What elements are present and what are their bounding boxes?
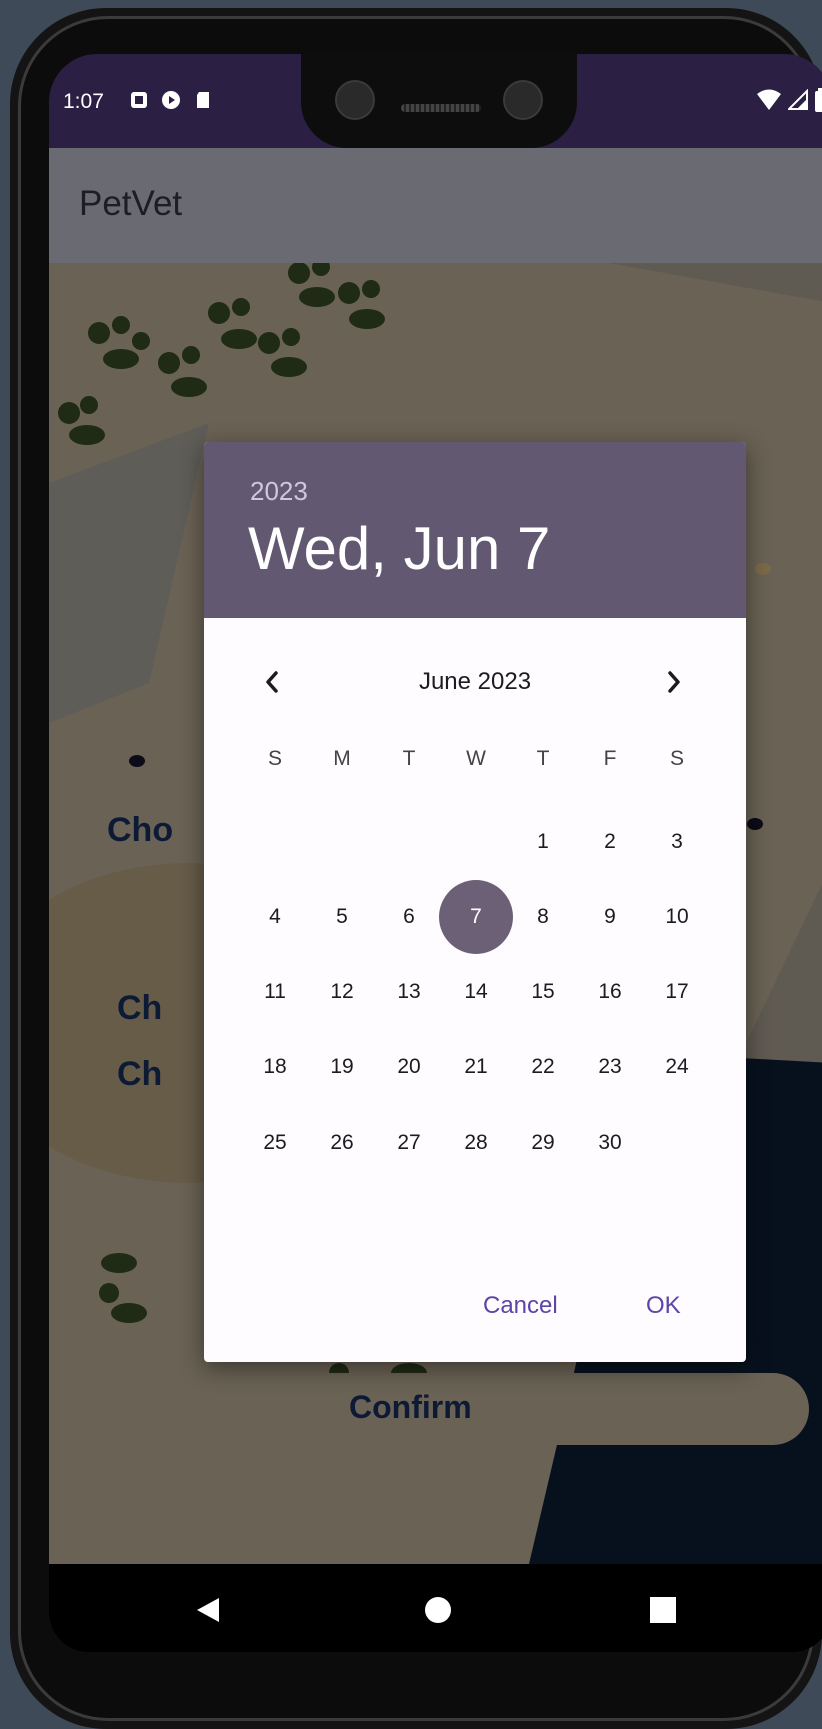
navigation-bar [49, 1564, 822, 1652]
notification-icon [131, 92, 147, 108]
bg-label-choose-3: Ch [117, 1055, 163, 1093]
sd-card-icon [197, 92, 209, 108]
battery-icon [815, 88, 822, 112]
calendar-day[interactable]: 1 [506, 805, 580, 879]
calendar-day[interactable]: 29 [506, 1106, 580, 1180]
play-protect-icon [162, 91, 180, 109]
selected-date-label: Wed, Jun 7 [248, 515, 551, 582]
calendar-day[interactable]: 10 [640, 880, 714, 954]
confirm-button-label: Confirm [349, 1389, 472, 1425]
back-icon[interactable] [195, 1596, 221, 1624]
calendar-day[interactable]: 2 [573, 805, 647, 879]
weekday-header: W [466, 747, 486, 770]
decor-dot [129, 755, 145, 767]
app-bar: PetVet [49, 148, 822, 263]
bg-label-choose-1: Cho [107, 811, 174, 849]
calendar-day[interactable]: 28 [439, 1106, 513, 1180]
weekday-header: S [669, 747, 684, 770]
calendar-day[interactable]: 3 [640, 805, 714, 879]
phone-frame: 1:07 PetVet Cho Ch Ch Confirm 2023 Wed, … [10, 8, 822, 1729]
weekday-header: T [536, 747, 550, 770]
calendar-day[interactable]: 20 [372, 1030, 446, 1104]
calendar-day[interactable]: 8 [506, 880, 580, 954]
home-icon[interactable] [424, 1596, 452, 1624]
earpiece-speaker [401, 104, 481, 112]
calendar-day[interactable]: 13 [372, 955, 446, 1029]
calendar-day[interactable]: 19 [305, 1030, 379, 1104]
camera-notch [301, 54, 577, 148]
calendar-day[interactable]: 6 [372, 880, 446, 954]
weekday-header: M [333, 747, 351, 770]
date-picker-header: 2023 Wed, Jun 7 [204, 442, 746, 618]
calendar-day[interactable]: 18 [238, 1030, 312, 1104]
weekday-header: S [267, 747, 282, 770]
calendar-day[interactable]: 11 [238, 955, 312, 1029]
calendar-day[interactable]: 15 [506, 955, 580, 1029]
date-picker-dialog: 2023 Wed, Jun 7 June 2023 SMTWTFS 123456… [204, 442, 746, 1362]
cancel-button[interactable]: Cancel [483, 1292, 558, 1320]
selected-year[interactable]: 2023 [250, 476, 308, 507]
chevron-right-icon [668, 671, 680, 693]
app-title: PetVet [79, 184, 183, 223]
phone-screen: 1:07 PetVet Cho Ch Ch Confirm 2023 Wed, … [49, 54, 822, 1652]
calendar-day[interactable]: 22 [506, 1030, 580, 1104]
calendar-day[interactable]: 21 [439, 1030, 513, 1104]
decor-dot [747, 818, 763, 830]
front-camera-left [335, 80, 375, 120]
calendar-day[interactable]: 25 [238, 1106, 312, 1180]
cell-signal-icon [788, 89, 808, 110]
recents-icon[interactable] [649, 1596, 677, 1624]
calendar-day[interactable]: 16 [573, 955, 647, 1029]
calendar-day[interactable]: 27 [372, 1106, 446, 1180]
calendar-day-selected[interactable]: 7 [439, 880, 513, 954]
status-time: 1:07 [63, 90, 104, 113]
calendar-day[interactable]: 17 [640, 955, 714, 1029]
bg-label-choose-2: Ch [117, 989, 163, 1027]
calendar-day[interactable]: 4 [238, 880, 312, 954]
wifi-icon [757, 89, 781, 110]
next-month-button[interactable] [654, 662, 694, 702]
decor-dot [755, 563, 771, 575]
month-navigation: June 2023 [204, 658, 746, 708]
front-camera-right [503, 80, 543, 120]
calendar-day[interactable]: 30 [573, 1106, 647, 1180]
calendar-day[interactable]: 26 [305, 1106, 379, 1180]
calendar-day[interactable]: 24 [640, 1030, 714, 1104]
weekday-header: T [402, 747, 416, 770]
status-right-icons [756, 88, 822, 112]
calendar-day[interactable]: 12 [305, 955, 379, 1029]
calendar-day[interactable]: 23 [573, 1030, 647, 1104]
calendar-day[interactable]: 5 [305, 880, 379, 954]
ok-button[interactable]: OK [646, 1292, 681, 1320]
calendar-day[interactable]: 14 [439, 955, 513, 1029]
calendar-day[interactable]: 9 [573, 880, 647, 954]
weekday-header: F [603, 747, 617, 770]
